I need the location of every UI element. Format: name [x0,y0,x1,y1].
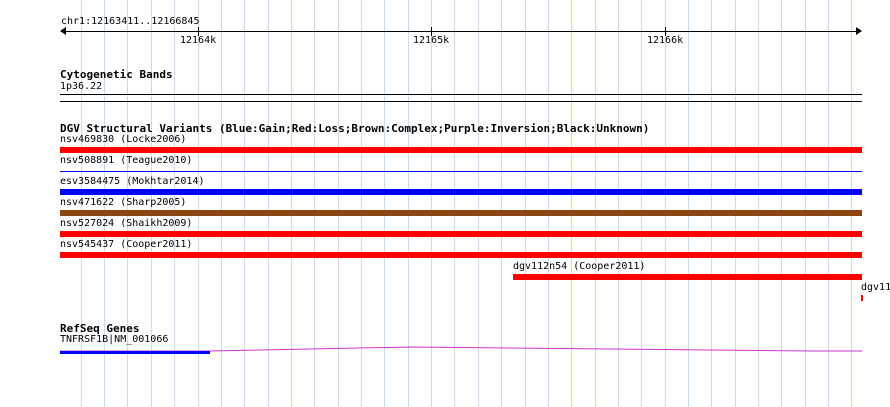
cytoband-track-title[interactable]: Cytogenetic Bands [60,68,173,81]
ruler-tick-label: 12164k [180,35,217,46]
variant-bar[interactable] [513,274,862,280]
grid-line [711,0,712,407]
grid-line [501,0,502,407]
grid-line [384,0,385,407]
grid-line [735,0,736,407]
grid-line [478,0,479,407]
ruler-axis [61,31,861,32]
variant-label[interactable]: dgv112n54 (Cooper2011) [513,261,645,273]
grid-line [805,0,806,407]
variant-label[interactable]: nsv527024 (Shaikh2009) [60,218,192,230]
variant-label[interactable]: esv3584475 (Mokhtar2014) [60,176,205,188]
grid-line [408,0,409,407]
variant-label[interactable]: nsv545437 (Cooper2011) [60,239,192,251]
variant-bar[interactable] [861,295,863,301]
gene-intron-line [60,346,862,352]
grid-line [688,0,689,407]
grid-line [244,0,245,407]
variant-bar[interactable] [60,171,862,172]
grid-line [665,0,666,407]
grid-line [828,0,829,407]
genome-browser-view: chr1:12163411..12166845 12164k 12165k 1216… [0,0,890,407]
grid-line [314,0,315,407]
gene-exon [60,351,210,354]
ruler-tick-label: 12165k [413,35,450,46]
grid-line [548,0,549,407]
grid-line [268,0,269,407]
variant-bar[interactable] [60,252,862,258]
cytoband-line-bottom [60,101,862,102]
grid-line [198,0,199,407]
grid-line [571,0,572,407]
scroll-left-arrow-icon[interactable] [60,27,66,35]
grid-line [641,0,642,407]
variant-bar[interactable] [60,147,862,153]
ruler-tick-label: 12166k [647,35,684,46]
variant-label[interactable]: nsv508891 (Teague2010) [60,155,192,167]
grid-line [851,0,852,407]
grid-line [758,0,759,407]
grid-line [361,0,362,407]
grid-line [525,0,526,407]
grid-line [431,0,432,407]
variant-label[interactable]: dgv11 [861,282,890,294]
refseq-gene-label[interactable]: TNFRSF1B|NM_001066 [60,334,168,346]
grid-line [338,0,339,407]
cytoband-label[interactable]: 1p36.22 [60,81,102,93]
location-label: chr1:12163411..12166845 [61,16,200,27]
grid-line [221,0,222,407]
variant-bar[interactable] [60,210,862,216]
grid-line [291,0,292,407]
variant-bar[interactable] [60,231,862,237]
variant-label[interactable]: nsv469830 (Locke2006) [60,134,186,146]
cytoband-line-top [60,94,862,95]
variant-label[interactable]: nsv471622 (Sharp2005) [60,197,186,209]
scroll-right-arrow-icon[interactable] [856,27,862,35]
grid-line [618,0,619,407]
grid-line [454,0,455,407]
grid-line [595,0,596,407]
grid-line [781,0,782,407]
variant-bar[interactable] [60,189,862,195]
